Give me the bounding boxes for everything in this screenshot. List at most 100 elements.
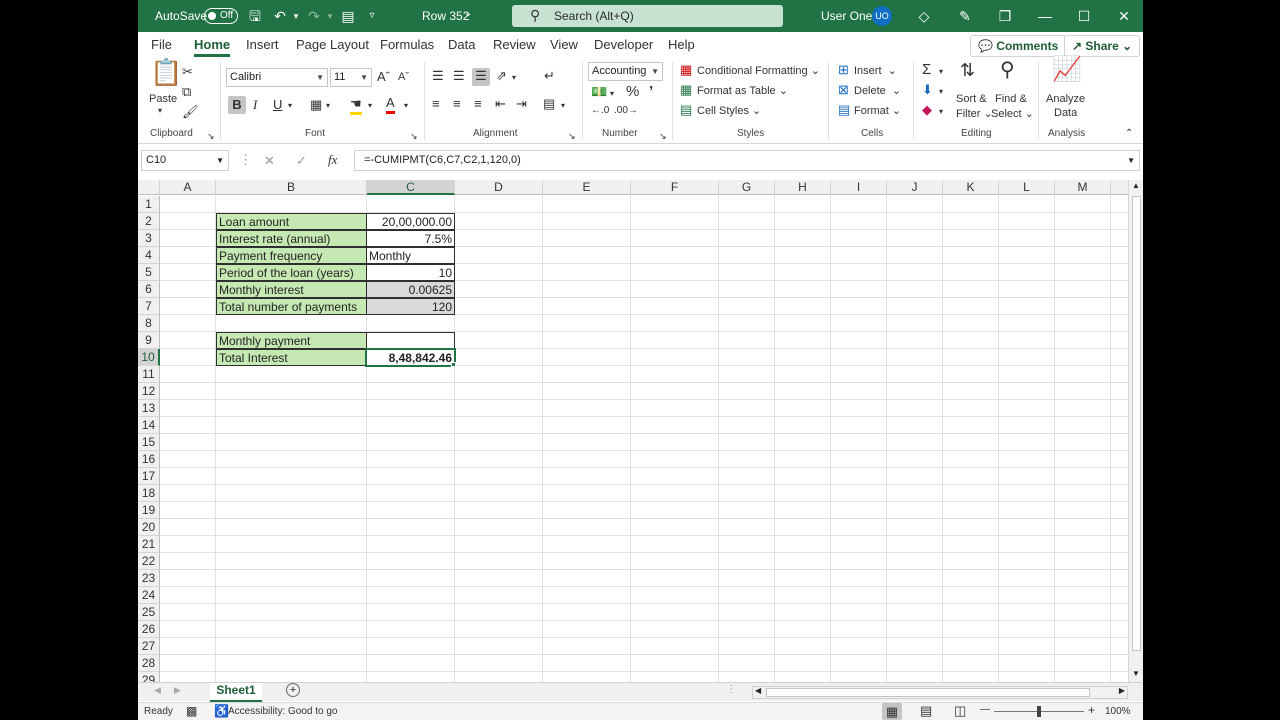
column-header-i[interactable]: I	[831, 180, 887, 195]
cell-b3[interactable]: Interest rate (annual)	[216, 230, 367, 247]
close-icon[interactable]: ✕	[1116, 8, 1132, 24]
cell-styles-button[interactable]: Cell Styles ⌄	[697, 104, 761, 117]
tab-view[interactable]: View	[550, 37, 578, 52]
enter-icon[interactable]: ✓	[296, 153, 307, 169]
merge-center-icon[interactable]: ▤	[543, 96, 555, 112]
find-icon[interactable]: ⚲	[1000, 60, 1015, 80]
row-header-9[interactable]: 9	[138, 332, 160, 349]
minimize-icon[interactable]: —	[1037, 8, 1053, 24]
comments-button[interactable]: 💬 Comments	[970, 35, 1067, 57]
number-format-select[interactable]: Accounting ▼	[588, 62, 663, 81]
increase-font-icon[interactable]: Aˆ	[377, 69, 390, 85]
sort-filter-icon[interactable]: ⇅	[960, 61, 975, 79]
format-as-table-icon[interactable]: ▦	[680, 82, 692, 98]
avatar[interactable]: UO	[872, 6, 892, 26]
column-header-l[interactable]: L	[999, 180, 1055, 195]
tab-insert[interactable]: Insert	[246, 37, 279, 52]
column-header-h[interactable]: H	[775, 180, 831, 195]
percent-style-icon[interactable]: %	[626, 84, 639, 100]
row-header-23[interactable]: 23	[138, 570, 160, 587]
column-header-j[interactable]: J	[887, 180, 943, 195]
redo-icon[interactable]: ↷	[306, 8, 322, 24]
copy-icon[interactable]: ⧉	[182, 84, 191, 100]
page-layout-view-icon[interactable]: ▤	[920, 703, 932, 719]
cell-b6[interactable]: Monthly interest	[216, 281, 367, 298]
cell-styles-icon[interactable]: ▤	[680, 102, 692, 118]
number-launcher-icon[interactable]: ↘	[659, 128, 667, 144]
format-cells-button[interactable]: Format ⌄	[854, 104, 901, 117]
find-label-1[interactable]: Find &	[995, 93, 1027, 105]
autosave-toggle[interactable]: Off	[204, 8, 238, 24]
fill-color-icon[interactable]: ☚	[350, 96, 362, 115]
cell-c6[interactable]: 0.00625	[366, 281, 455, 298]
zoom-level[interactable]: 100%	[1105, 706, 1131, 717]
row-header-15[interactable]: 15	[138, 434, 160, 451]
tab-home[interactable]: Home	[194, 37, 231, 57]
align-center-icon[interactable]: ≡	[453, 96, 461, 112]
cell-b10[interactable]: Total Interest	[216, 349, 367, 366]
maximize-icon[interactable]: ☐	[1076, 8, 1092, 24]
row-header-28[interactable]: 28	[138, 655, 160, 672]
cell-c9[interactable]	[366, 332, 455, 349]
fill-icon[interactable]: ⬇	[922, 82, 933, 98]
font-size-select[interactable]: 11 ▼	[330, 68, 372, 87]
font-color-icon[interactable]: A	[386, 95, 395, 114]
format-painter-icon[interactable]: 🖌	[182, 104, 199, 120]
cell-c5[interactable]: 10	[366, 264, 455, 281]
column-header-d[interactable]: D	[455, 180, 543, 195]
row-header-2[interactable]: 2	[138, 213, 160, 230]
sheet-tab-sheet1[interactable]: Sheet1	[210, 683, 262, 702]
row-header-13[interactable]: 13	[138, 400, 160, 417]
align-bottom-icon[interactable]: ☰	[472, 68, 490, 86]
insert-function-icon[interactable]: fx	[328, 152, 337, 168]
name-box[interactable]: C10 ▼	[141, 150, 229, 171]
delete-cells-icon[interactable]: ⊠	[838, 82, 849, 98]
save-icon[interactable]: 🖫	[247, 8, 263, 24]
undo-dropdown-icon[interactable]: ▾	[288, 8, 304, 24]
cell-c4[interactable]: Monthly	[366, 247, 455, 264]
merge-dropdown-icon[interactable]: ▾	[561, 98, 565, 114]
row-header-19[interactable]: 19	[138, 502, 160, 519]
format-cells-icon[interactable]: ▤	[838, 102, 850, 118]
find-select-button[interactable]: Select ⌄	[991, 107, 1034, 120]
tab-formulas[interactable]: Formulas	[380, 37, 434, 52]
share-button[interactable]: ↗ Share ⌄	[1064, 35, 1141, 57]
align-top-icon[interactable]: ☰	[432, 68, 444, 84]
row-header-18[interactable]: 18	[138, 485, 160, 502]
clear-dropdown-icon[interactable]: ▾	[939, 104, 943, 120]
status-accessibility[interactable]: Accessibility: Good to go	[228, 706, 338, 717]
insert-cells-icon[interactable]: ⊞	[838, 62, 849, 78]
underline-dropdown-icon[interactable]: ▾	[288, 98, 292, 114]
accessibility-icon[interactable]: ♿	[214, 704, 229, 718]
zoom-slider-thumb[interactable]	[1037, 706, 1041, 717]
borders-dropdown-icon[interactable]: ▾	[326, 98, 330, 114]
more-options-icon[interactable]: ⋮	[726, 684, 736, 695]
font-color-dropdown-icon[interactable]: ▾	[404, 98, 408, 114]
column-header-g[interactable]: G	[719, 180, 775, 195]
normal-view-icon[interactable]: ▦	[882, 703, 902, 720]
align-left-icon[interactable]: ≡	[432, 96, 440, 112]
format-as-table-button[interactable]: Format as Table ⌄	[697, 84, 788, 97]
tab-help[interactable]: Help	[668, 37, 695, 52]
row-header-20[interactable]: 20	[138, 519, 160, 536]
diamond-icon[interactable]: ◇	[916, 8, 932, 24]
document-title[interactable]: Row 352	[422, 9, 469, 23]
search-box[interactable]: ⚲ Search (Alt+Q)	[512, 5, 783, 27]
tab-page-layout[interactable]: Page Layout	[296, 37, 369, 52]
user-name[interactable]: User One	[821, 9, 872, 23]
collapse-ribbon-icon[interactable]: ⌃	[1125, 126, 1133, 142]
increase-decimal-icon[interactable]: ←.0	[591, 103, 609, 119]
column-header-m[interactable]: M	[1055, 180, 1111, 195]
cell-b2[interactable]: Loan amount	[216, 213, 367, 230]
restore-window-icon[interactable]: ❐	[997, 8, 1013, 24]
accounting-format-icon[interactable]: 💵	[591, 84, 607, 100]
cell-b4[interactable]: Payment frequency	[216, 247, 367, 264]
analyze-label-2[interactable]: Data	[1054, 107, 1077, 119]
row-header-5[interactable]: 5	[138, 264, 160, 281]
font-family-select[interactable]: Calibri ▼	[226, 68, 328, 87]
bold-icon[interactable]: B	[228, 96, 246, 114]
row-header-16[interactable]: 16	[138, 451, 160, 468]
cell-c3[interactable]: 7.5%	[366, 230, 455, 247]
form-icon[interactable]: ▤	[340, 8, 356, 24]
cell-b5[interactable]: Period of the loan (years)	[216, 264, 367, 281]
